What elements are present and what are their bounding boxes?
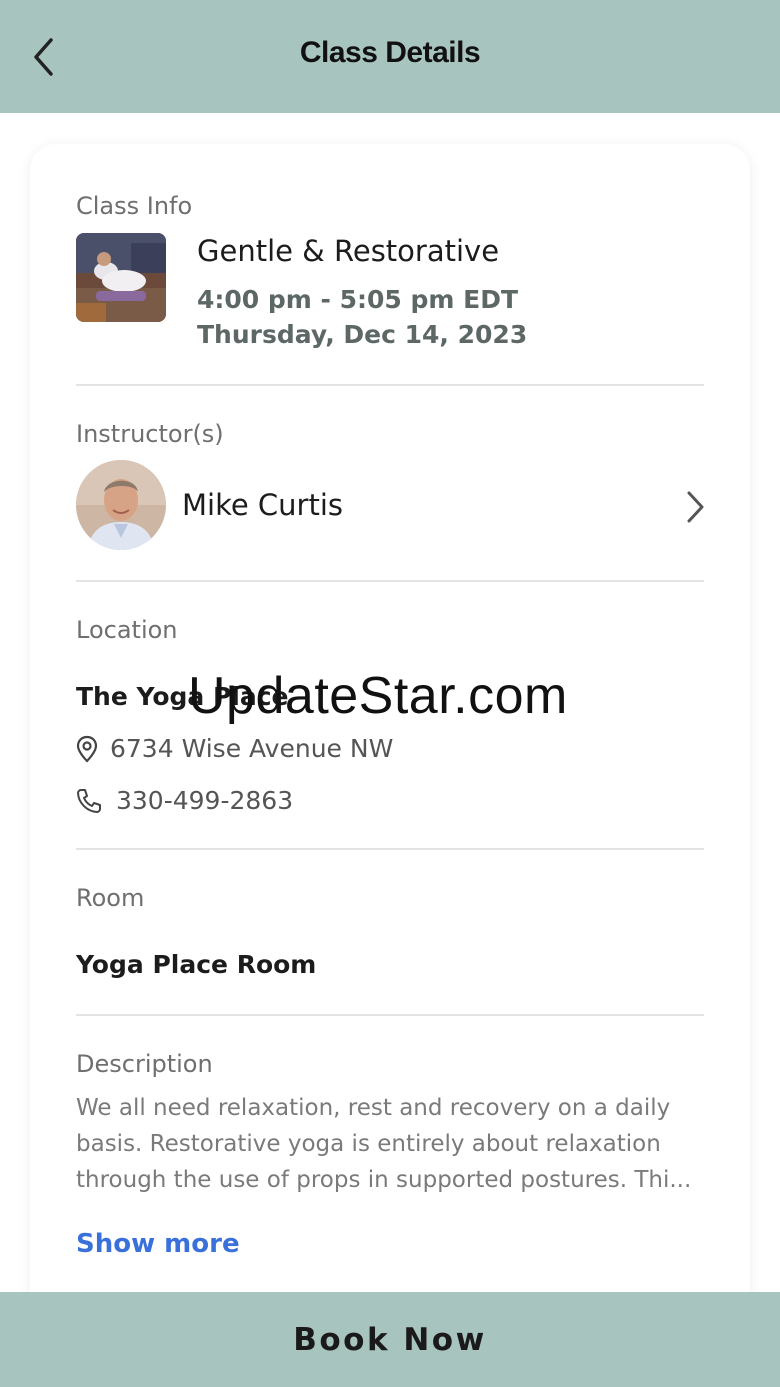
- divider: [76, 384, 704, 386]
- top-bar: Class Details: [0, 0, 780, 113]
- instructor-name: Mike Curtis: [182, 488, 343, 522]
- description-label: Description: [76, 1050, 213, 1078]
- divider: [76, 1014, 704, 1016]
- instructor-row[interactable]: [76, 455, 710, 555]
- show-more-link[interactable]: Show more: [76, 1229, 240, 1259]
- class-date: Thursday, Dec 14, 2023: [197, 320, 528, 349]
- class-name: Gentle & Restorative: [197, 234, 500, 268]
- chevron-right-icon: [687, 491, 704, 523]
- divider: [76, 848, 704, 850]
- address-line[interactable]: 6734 Wise Avenue NW: [76, 734, 393, 763]
- book-now-label: Book Now: [293, 1321, 487, 1358]
- avatar: [76, 460, 166, 550]
- phone-icon: [77, 788, 101, 813]
- phone-text: 330-499-2863: [116, 786, 294, 815]
- class-thumbnail: [76, 233, 166, 322]
- book-now-button[interactable]: Book Now: [0, 1292, 780, 1387]
- class-time: 4:00 pm - 5:05 pm EDT: [197, 285, 519, 314]
- room-label: Room: [76, 884, 145, 912]
- room-name: Yoga Place Room: [76, 950, 317, 979]
- phone-line[interactable]: 330-499-2863: [76, 786, 293, 815]
- class-info-label: Class Info: [76, 192, 193, 220]
- page-title: Class Details: [299, 36, 481, 69]
- description-text: We all need relaxation, rest and recover…: [76, 1095, 692, 1193]
- instructor-label: Instructor(s): [76, 420, 224, 448]
- location-label: Location: [76, 616, 178, 644]
- map-pin-icon: [76, 735, 98, 763]
- location-name: The Yoga Place: [76, 682, 289, 711]
- divider: [76, 580, 704, 582]
- address-text: 6734 Wise Avenue NW: [110, 734, 394, 763]
